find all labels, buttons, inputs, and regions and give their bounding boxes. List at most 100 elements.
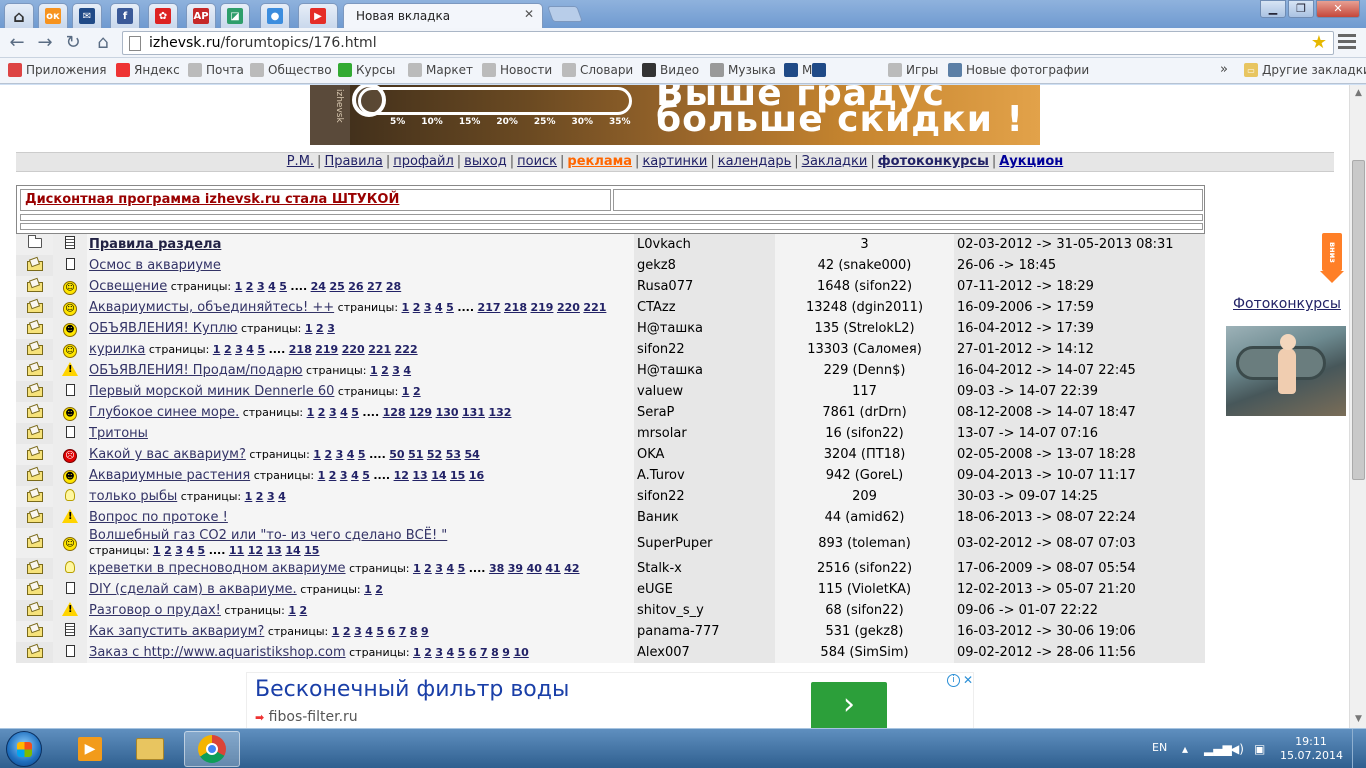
ad-go-button[interactable]: › bbox=[811, 682, 887, 728]
page-link[interactable]: 12 bbox=[248, 544, 263, 557]
nav-link[interactable]: поиск bbox=[517, 154, 557, 169]
ad-info-icon[interactable]: i bbox=[947, 674, 960, 687]
explorer-button[interactable] bbox=[122, 731, 178, 767]
page-link[interactable]: 3 bbox=[267, 490, 275, 503]
nav-link[interactable]: выход bbox=[464, 154, 507, 169]
page-link[interactable]: 4 bbox=[278, 490, 286, 503]
minimize-button[interactable]: ▁ bbox=[1260, 0, 1286, 18]
scroll-up-icon[interactable]: ▲ bbox=[1350, 85, 1366, 102]
page-link[interactable]: 1 bbox=[364, 583, 372, 596]
page-link[interactable]: 2 bbox=[256, 490, 264, 503]
start-button[interactable] bbox=[6, 731, 42, 767]
page-link[interactable]: 3 bbox=[340, 469, 348, 482]
bookmark-item[interactable]: Яндекс bbox=[116, 63, 180, 77]
tab-mail[interactable]: ✉ bbox=[72, 3, 102, 28]
page-link[interactable]: 7 bbox=[480, 646, 488, 659]
page-link[interactable]: 3 bbox=[354, 625, 362, 638]
tab-home[interactable]: ⌂ bbox=[4, 3, 34, 28]
page-link[interactable]: 2 bbox=[413, 301, 421, 314]
page-link[interactable]: 8 bbox=[410, 625, 418, 638]
ad-url[interactable]: ➡ fibos-filter.ru bbox=[255, 709, 358, 725]
topic-link[interactable]: Правила раздела bbox=[89, 237, 221, 252]
network-icon[interactable]: ▂▄▆ bbox=[1204, 742, 1232, 756]
page-link[interactable]: 4 bbox=[268, 280, 276, 293]
vertical-scrollbar[interactable]: ▲ ▼ bbox=[1349, 85, 1366, 728]
page-link[interactable]: 1 bbox=[413, 562, 421, 575]
scroll-to-bottom-button[interactable]: вниз bbox=[1320, 233, 1344, 283]
page-link[interactable]: 5 bbox=[376, 625, 384, 638]
bookmark-item[interactable]: Маркет bbox=[408, 63, 473, 77]
page-link[interactable]: 39 bbox=[508, 562, 523, 575]
nav-link[interactable]: Аукцион bbox=[999, 154, 1063, 169]
page-link[interactable]: 4 bbox=[365, 625, 373, 638]
page-link[interactable]: 2 bbox=[424, 646, 432, 659]
topic-link[interactable]: Осмос в аквариуме bbox=[89, 258, 221, 273]
page-link[interactable]: 2 bbox=[324, 448, 332, 461]
page-link[interactable]: 3 bbox=[329, 406, 337, 419]
page-link[interactable]: 131 bbox=[462, 406, 485, 419]
page-link[interactable]: 130 bbox=[436, 406, 459, 419]
page-link[interactable]: 2 bbox=[299, 604, 307, 617]
page-link[interactable]: 1 bbox=[413, 646, 421, 659]
back-icon[interactable]: ← bbox=[6, 32, 28, 54]
page-link[interactable]: 50 bbox=[389, 448, 404, 461]
restore-button[interactable]: ❐ bbox=[1288, 0, 1314, 18]
bookmark-item[interactable]: Курсы bbox=[338, 63, 395, 77]
page-link[interactable]: 132 bbox=[489, 406, 512, 419]
menu-icon[interactable] bbox=[1338, 34, 1356, 50]
topic-link[interactable]: Аквариумисты, объединяйтесь! ++ bbox=[89, 300, 334, 315]
tab-globe[interactable]: ● bbox=[260, 3, 290, 28]
page-link[interactable]: 1 bbox=[318, 469, 326, 482]
clock[interactable]: 19:11 15.07.2014 bbox=[1280, 735, 1343, 763]
page-link[interactable]: 25 bbox=[329, 280, 344, 293]
topic-link[interactable]: Тритоны bbox=[89, 426, 148, 441]
page-link[interactable]: 2 bbox=[413, 385, 421, 398]
nav-link[interactable]: Правила bbox=[324, 154, 382, 169]
page-link[interactable]: 2 bbox=[375, 583, 383, 596]
topic-link[interactable]: только рыбы bbox=[89, 489, 177, 504]
topic-link[interactable]: Волшебный газ СО2 или "то- из чего сдела… bbox=[89, 528, 447, 543]
page-link[interactable]: 219 bbox=[315, 343, 338, 356]
notification-icon[interactable]: ▣ bbox=[1254, 742, 1265, 756]
page-link[interactable]: 9 bbox=[502, 646, 510, 659]
scroll-down-icon[interactable]: ▼ bbox=[1350, 711, 1366, 728]
page-link[interactable]: 4 bbox=[435, 301, 443, 314]
topic-link[interactable]: Освещение bbox=[89, 279, 167, 294]
topic-link[interactable]: DIY (сделай сам) в аквариуме. bbox=[89, 582, 297, 597]
page-link[interactable]: 1 bbox=[153, 544, 161, 557]
page-link[interactable]: 7 bbox=[399, 625, 407, 638]
page-link[interactable]: 4 bbox=[186, 544, 194, 557]
topic-link[interactable]: Какой у вас аквариум? bbox=[89, 447, 246, 462]
media-player-button[interactable]: ▶ bbox=[62, 731, 118, 767]
page-link[interactable]: 5 bbox=[458, 646, 466, 659]
page-link[interactable]: 221 bbox=[583, 301, 606, 314]
page-link[interactable]: 16 bbox=[469, 469, 484, 482]
announcement-link[interactable]: Дисконтная программа izhevsk.ru стала ШТ… bbox=[25, 192, 399, 207]
page-link[interactable]: 14 bbox=[431, 469, 446, 482]
page-link[interactable]: 13 bbox=[267, 544, 282, 557]
home-icon[interactable]: ⌂ bbox=[92, 32, 114, 54]
bookmark-item[interactable]: Новые фотографии bbox=[948, 63, 1089, 77]
topic-link[interactable]: Аквариумные растения bbox=[89, 468, 250, 483]
page-link[interactable]: 5 bbox=[358, 448, 366, 461]
page-link[interactable]: 5 bbox=[351, 406, 359, 419]
page-link[interactable]: 1 bbox=[245, 490, 253, 503]
show-desktop-button[interactable] bbox=[1352, 729, 1366, 768]
page-link[interactable]: 2 bbox=[246, 280, 254, 293]
page-link[interactable]: 5 bbox=[257, 343, 265, 356]
topic-link[interactable]: Как запустить аквариум? bbox=[89, 624, 264, 639]
page-link[interactable]: 40 bbox=[527, 562, 542, 575]
page-link[interactable]: 2 bbox=[381, 364, 389, 377]
topic-link[interactable]: креветки в пресноводном аквариуме bbox=[89, 561, 346, 576]
reload-icon[interactable]: ↻ bbox=[62, 32, 84, 54]
page-link[interactable]: 38 bbox=[489, 562, 504, 575]
bookmark-item[interactable]: Игры bbox=[888, 63, 938, 77]
page-link[interactable]: 13 bbox=[412, 469, 427, 482]
page-link[interactable]: 4 bbox=[403, 364, 411, 377]
chrome-button[interactable] bbox=[184, 731, 240, 767]
page-link[interactable]: 1 bbox=[370, 364, 378, 377]
page-link[interactable]: 4 bbox=[246, 343, 254, 356]
tab-new-tab[interactable]: Новая вкладка ✕ bbox=[343, 3, 543, 28]
nav-link[interactable]: картинки bbox=[642, 154, 707, 169]
page-link[interactable]: 6 bbox=[469, 646, 477, 659]
